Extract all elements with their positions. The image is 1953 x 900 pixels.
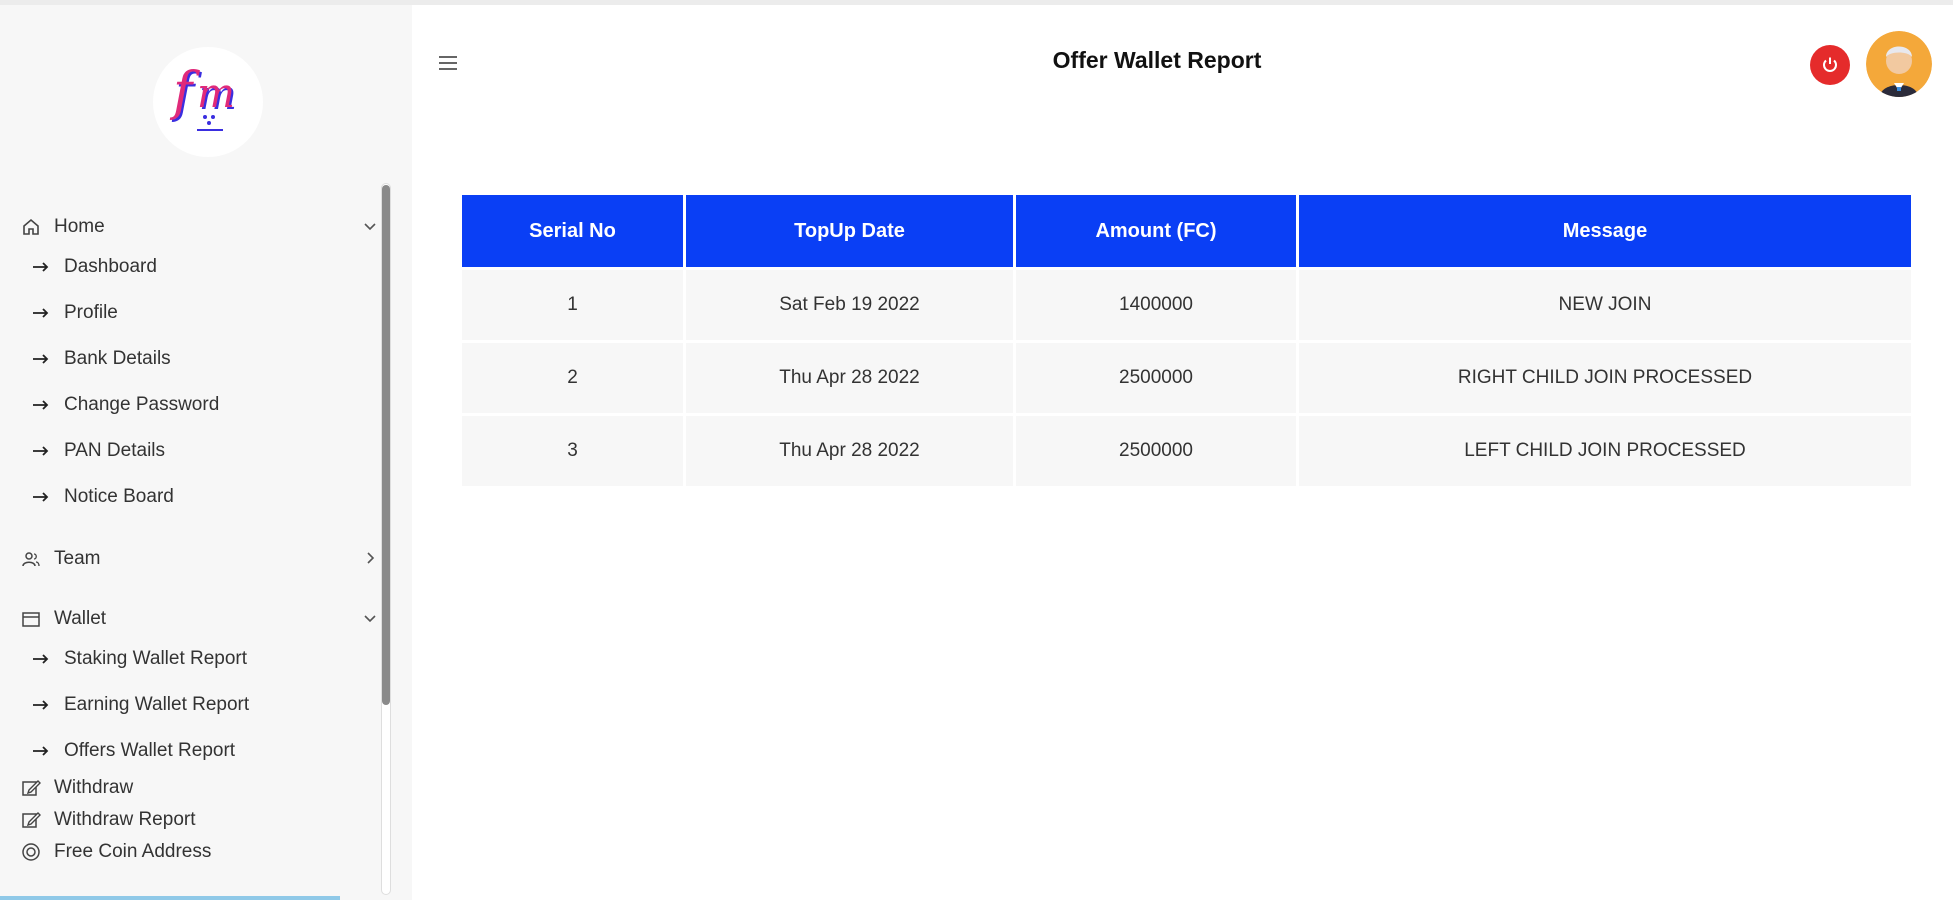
sidebar-item-offers-wallet-report[interactable]: Offers Wallet Report [32,736,372,766]
avatar[interactable] [1866,31,1932,97]
logout-button[interactable] [1810,45,1850,85]
app-window: f f m m Home Dashboard Profile Bank Deta… [0,0,1953,900]
table-header-row: Serial No TopUp Date Amount (FC) Message [462,195,1911,267]
sidebar-item-label: Withdraw [54,777,134,798]
sidebar-item-pan-details[interactable]: PAN Details [32,436,372,466]
arrow-right-icon [33,308,49,318]
sidebar-scrollbar-thumb[interactable] [382,185,390,705]
sidebar-item-label: Wallet [54,608,107,629]
sidebar-item-free-coin-address[interactable]: Free Coin Address [20,837,380,867]
sidebar-item-staking-wallet-report[interactable]: Staking Wallet Report [32,644,372,674]
sidebar-item-label: Notice Board [64,486,174,507]
sidebar-item-profile[interactable]: Profile [32,298,372,328]
column-header-topup-date[interactable]: TopUp Date [686,195,1013,267]
sidebar-item-label: Earning Wallet Report [64,694,250,715]
sidebar-item-label: Staking Wallet Report [64,648,248,669]
sidebar-item-withdraw[interactable]: Withdraw [20,773,380,803]
cell-amount: 2500000 [1016,413,1296,486]
arrow-right-icon [33,262,49,272]
offer-wallet-table-container: Serial No TopUp Date Amount (FC) Message… [462,195,1911,486]
sidebar-item-label: Dashboard [64,256,157,277]
offer-wallet-table: Serial No TopUp Date Amount (FC) Message… [459,195,1914,486]
arrow-right-icon [33,700,49,710]
arrow-right-icon [33,746,49,756]
hamburger-icon [439,56,457,70]
cell-topup-date: Thu Apr 28 2022 [686,413,1013,486]
table-row: 1 Sat Feb 19 2022 1400000 NEW JOIN [462,267,1911,340]
cell-topup-date: Sat Feb 19 2022 [686,267,1013,340]
brand-logo-mark: f f m m [169,62,237,131]
coin-icon [20,841,42,863]
cell-serial-no: 1 [462,267,683,340]
sidebar-item-withdraw-report[interactable]: Withdraw Report [20,805,380,835]
wallet-icon [20,608,42,630]
table-row: 3 Thu Apr 28 2022 2500000 LEFT CHILD JOI… [462,413,1911,486]
edit-icon [20,809,42,831]
chevron-right-icon [367,552,375,564]
column-header-amount[interactable]: Amount (FC) [1016,195,1296,267]
sidebar-item-label: Change Password [64,394,220,415]
brand-logo[interactable]: f f m m [153,47,263,157]
sidebar-item-home[interactable]: Home [20,212,380,242]
sidebar-item-label: Free Coin Address [54,841,212,862]
chevron-down-icon [364,615,376,623]
sidebar: f f m m Home Dashboard Profile Bank Deta… [0,5,412,900]
sidebar-item-label: Team [54,548,101,569]
sidebar-item-bank-details[interactable]: Bank Details [32,344,372,374]
cell-serial-no: 2 [462,340,683,413]
arrow-right-icon [33,446,49,456]
sidebar-item-change-password[interactable]: Change Password [32,390,372,420]
table-row: 2 Thu Apr 28 2022 2500000 RIGHT CHILD JO… [462,340,1911,413]
cell-amount: 2500000 [1016,340,1296,413]
team-icon [20,548,42,570]
sidebar-item-earning-wallet-report[interactable]: Earning Wallet Report [32,690,372,720]
cell-message: LEFT CHILD JOIN PROCESSED [1299,413,1911,486]
sidebar-item-notice-board[interactable]: Notice Board [32,482,372,512]
sidebar-item-label: Withdraw Report [54,809,196,830]
arrow-right-icon [33,400,49,410]
page-title: Offer Wallet Report [1052,47,1262,73]
cell-serial-no: 3 [462,413,683,486]
cell-amount: 1400000 [1016,267,1296,340]
horizontal-scrollbar[interactable] [0,896,340,900]
chevron-down-icon [364,223,376,231]
cell-message: NEW JOIN [1299,267,1911,340]
arrow-right-icon [33,654,49,664]
sidebar-item-label: Offers Wallet Report [64,740,236,761]
sidebar-item-label: Bank Details [64,348,171,369]
sidebar-item-wallet[interactable]: Wallet [20,604,380,634]
sidebar-item-label: Profile [64,302,118,323]
hamburger-menu-button[interactable] [437,53,459,73]
sidebar-item-team[interactable]: Team [20,544,380,574]
svg-text:f: f [169,62,200,122]
cell-topup-date: Thu Apr 28 2022 [686,340,1013,413]
column-header-message[interactable]: Message [1299,195,1911,267]
cell-message: RIGHT CHILD JOIN PROCESSED [1299,340,1911,413]
column-header-serial-no[interactable]: Serial No [462,195,683,267]
sidebar-item-label: Home [54,216,105,237]
user-avatar-icon [1866,31,1932,97]
sidebar-item-label: PAN Details [64,440,166,461]
power-icon [1823,57,1837,72]
home-icon [20,216,42,238]
arrow-right-icon [33,354,49,364]
svg-text:m: m [197,71,235,117]
edit-icon [20,777,42,799]
sidebar-item-dashboard[interactable]: Dashboard [32,252,372,282]
arrow-right-icon [33,492,49,502]
